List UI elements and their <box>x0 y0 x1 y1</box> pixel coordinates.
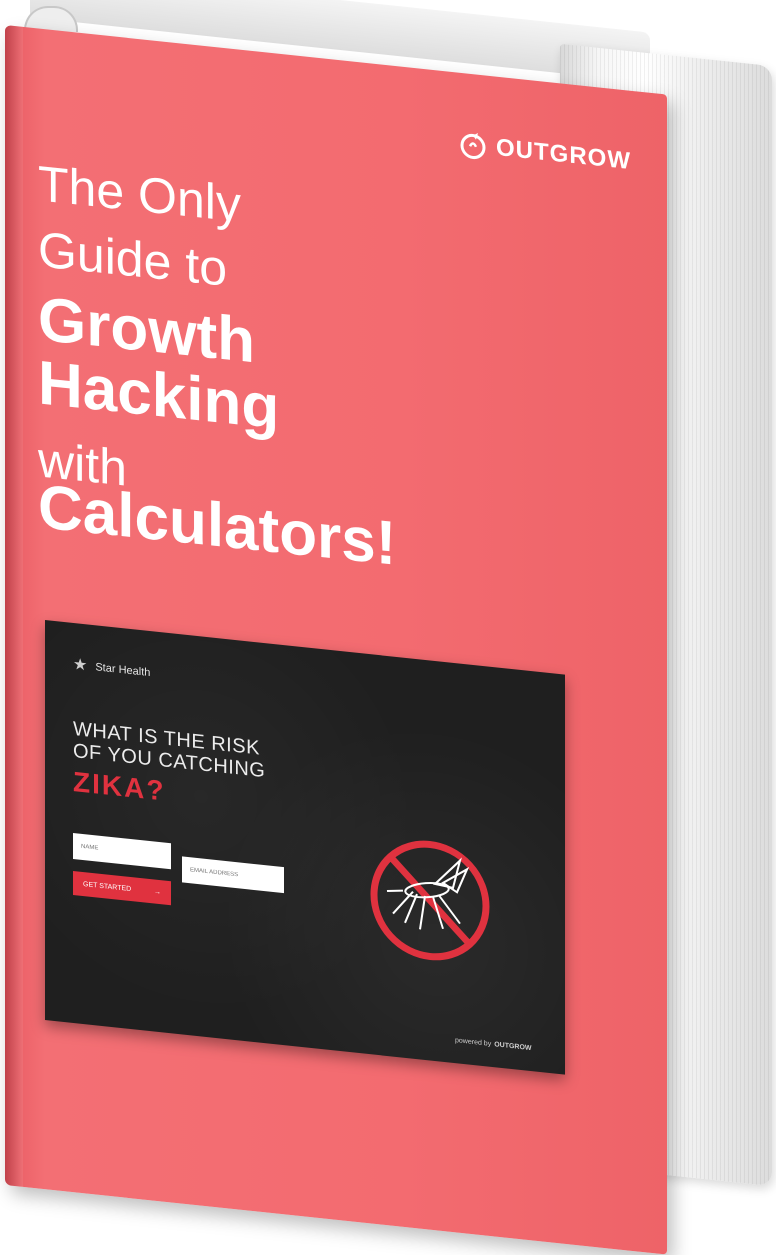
powered-by: powered by OUTGROW <box>455 1037 532 1052</box>
star-icon: ★ <box>73 655 88 675</box>
card-highlight: ZIKA? <box>73 765 166 807</box>
outgrow-logo-icon <box>460 133 486 160</box>
powered-brand: OUTGROW <box>494 1041 532 1053</box>
card-brand: ★ Star Health <box>73 655 151 681</box>
arrow-right-icon: → <box>154 887 161 896</box>
name-field[interactable] <box>73 832 171 870</box>
zika-calculator-card: ★ Star Health WHAT IS THE RISK OF YOU CA… <box>45 620 565 1075</box>
powered-by-label: powered by <box>455 1037 492 1048</box>
get-started-button[interactable]: GET STARTED → <box>73 870 171 906</box>
no-mosquito-icon <box>370 840 490 961</box>
email-field[interactable] <box>182 856 284 894</box>
card-brand-name: Star Health <box>95 661 151 680</box>
get-started-label: GET STARTED <box>83 880 132 893</box>
